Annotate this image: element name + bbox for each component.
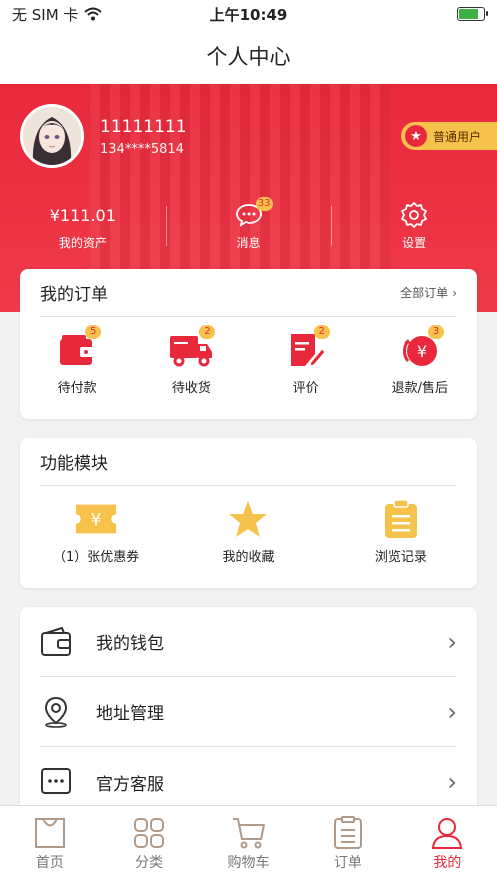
settings-label: 设置 (402, 236, 427, 250)
review-label: 评价 (292, 381, 319, 396)
phone-number: 134****5814 (100, 142, 184, 157)
menu-item-label: 地址管理 (96, 704, 164, 724)
coupons-label: （1）张优惠券 (53, 550, 140, 565)
tab-home[interactable]: 首页 (0, 806, 99, 883)
refund-label: 退款/售后 (391, 381, 449, 396)
wallet-icon (41, 626, 71, 656)
pending-receipt-label: 待收货 (171, 381, 211, 396)
avatar[interactable] (20, 104, 84, 168)
tab-label: 订单 (333, 855, 362, 871)
tab-label: 购物车 (227, 855, 270, 871)
menu-item-wallet[interactable]: 我的钱包 › (40, 607, 457, 677)
star-icon: ★ (405, 125, 427, 147)
history-feature[interactable]: 浏览记录 (325, 498, 477, 565)
features-row: ¥ （1）张优惠券 我的收藏 浏览记录 (20, 486, 477, 565)
tab-label: 首页 (35, 855, 64, 871)
wallet-icon: 5 (55, 325, 102, 371)
status-time: 上午10:49 (209, 5, 288, 24)
tab-label: 分类 (135, 855, 164, 871)
chevron-right-icon: › (447, 697, 457, 726)
messages-label: 消息 (236, 236, 261, 250)
all-orders-label: 全部订单 (400, 286, 449, 300)
pending-payment-badge: 5 (85, 325, 102, 339)
chevron-right-icon: › (447, 627, 457, 656)
assets-label: 我的资产 (58, 236, 107, 250)
chevron-right-icon: › (447, 768, 457, 796)
settings-stat[interactable]: 设置 (331, 202, 497, 257)
review-badge: 2 (313, 325, 330, 339)
order-pending-payment[interactable]: 5 待付款 (20, 325, 134, 396)
refund-badge: 3 (427, 325, 444, 339)
messages-stat[interactable]: 33 消息 (165, 197, 332, 257)
tab-mine[interactable]: 我的 (398, 806, 497, 883)
favorites-feature[interactable]: 我的收藏 (172, 498, 324, 565)
orders-title: 我的订单 (40, 285, 108, 305)
coupon-icon: ¥ (74, 498, 118, 540)
pending-receipt-badge: 2 (199, 325, 216, 339)
svg-text:¥: ¥ (91, 511, 102, 531)
orders-header: 我的订单 全部订单 › (40, 269, 457, 317)
user-icon (432, 818, 463, 849)
pending-payment-label: 待付款 (57, 381, 97, 396)
clipboard-icon (379, 498, 423, 540)
svg-text:¥: ¥ (417, 342, 427, 361)
order-refund[interactable]: ¥ 3 退款/售后 (363, 325, 477, 396)
list-icon (333, 816, 362, 849)
order-pending-receipt[interactable]: 2 待收货 (134, 325, 248, 396)
tab-category[interactable]: 分类 (99, 806, 198, 883)
features-title: 功能模块 (40, 454, 108, 474)
refund-icon: ¥ 3 (398, 325, 444, 371)
gear-icon (401, 202, 428, 228)
order-review[interactable]: 2 评价 (249, 325, 363, 396)
bottom-tab-bar: 首页 分类 购物车 订单 我的 (0, 805, 497, 883)
history-label: 浏览记录 (374, 550, 427, 565)
grid-icon (134, 818, 165, 848)
coupons-feature[interactable]: ¥ （1）张优惠券 (20, 498, 172, 565)
menu-item-label: 我的钱包 (96, 634, 164, 654)
status-bar: 无 SIM 卡 上午10:49 (0, 0, 497, 28)
review-icon: 2 (284, 325, 330, 371)
battery-icon (457, 7, 488, 21)
username: 11111111 (100, 117, 187, 137)
assets-stat[interactable]: ¥111.01 我的资产 (0, 202, 166, 257)
message-count-badge: 33 (255, 197, 273, 211)
features-header: 功能模块 (40, 438, 457, 486)
star-icon (226, 498, 270, 540)
menu-card: 我的钱包 › 地址管理 › 官方客服 › (20, 607, 477, 822)
tab-orders[interactable]: 订单 (298, 806, 397, 883)
cart-icon (232, 818, 265, 849)
menu-item-label: 官方客服 (96, 774, 164, 795)
menu-item-address[interactable]: 地址管理 › (40, 677, 457, 747)
profile-stats: ¥111.01 我的资产 33 消息 设置 (0, 197, 497, 257)
page-title: 个人中心 (0, 28, 497, 84)
favorites-label: 我的收藏 (222, 550, 275, 565)
member-level-label: 普通用户 (433, 129, 482, 144)
order-status-row: 5 待付款 2 待收货 2 评价 ¥ 3 退款/售后 (20, 317, 477, 396)
message-icon: 33 (235, 197, 273, 227)
features-card: 功能模块 ¥ （1）张优惠券 我的收藏 浏览记录 (20, 438, 477, 588)
tab-label: 我的 (433, 855, 462, 871)
tab-cart[interactable]: 购物车 (199, 806, 298, 883)
assets-value: ¥111.01 (49, 205, 116, 225)
member-level-badge[interactable]: ★ 普通用户 (401, 122, 497, 150)
home-icon (34, 818, 65, 848)
chat-icon (41, 768, 71, 794)
orders-card: 我的订单 全部订单 › 5 待付款 2 待收货 2 评价 ¥ 3 退款/售后 (20, 269, 477, 419)
all-orders-link[interactable]: 全部订单 › (400, 284, 457, 301)
truck-icon: 2 (169, 325, 216, 371)
chevron-right-icon: › (452, 285, 457, 300)
location-icon (44, 696, 68, 728)
